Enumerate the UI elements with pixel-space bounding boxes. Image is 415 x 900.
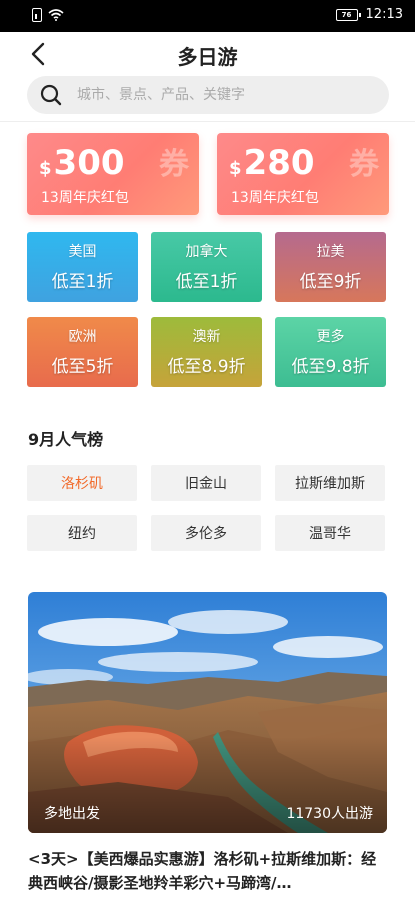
city-chip[interactable]: 拉斯维加斯 — [275, 465, 385, 501]
coupon-currency: $ — [229, 158, 242, 179]
coupon-label: 13周年庆红包 — [41, 190, 129, 206]
wifi-icon — [48, 9, 64, 21]
product-title[interactable]: <3天>【美西爆品实惠游】洛杉矶+拉斯维加斯：经典西峡谷/摄影圣地羚羊彩穴+马蹄… — [28, 847, 388, 895]
canyon-photo — [28, 592, 387, 833]
coupon-value: 300 — [53, 143, 125, 183]
destination-name: 加拿大 — [185, 244, 228, 260]
city-chip[interactable]: 旧金山 — [151, 465, 261, 501]
destination-tile-australia-nz[interactable]: 澳新 低至8.9折 — [151, 317, 262, 387]
coupon-amount: $300 — [39, 143, 125, 183]
travelers-count: 11730人出游 — [286, 806, 373, 822]
destination-tile-canada[interactable]: 加拿大 低至1折 — [151, 232, 262, 302]
status-time: 12:13 — [365, 7, 403, 22]
destination-name: 拉美 — [316, 244, 345, 260]
destination-discount: 低至9折 — [299, 272, 362, 292]
status-left — [32, 8, 64, 22]
search-bar[interactable] — [27, 76, 389, 114]
destination-discount: 低至1折 — [51, 272, 114, 292]
city-chip[interactable]: 纽约 — [27, 515, 137, 551]
city-chip[interactable]: 洛杉矶 — [27, 465, 137, 501]
coupon-card[interactable]: $300 13周年庆红包 券 — [27, 133, 199, 215]
destination-tile-usa[interactable]: 美国 低至1折 — [27, 232, 138, 302]
page-header: 多日游 — [0, 32, 415, 76]
coupon-amount: $280 — [229, 143, 315, 183]
departure-label: 多地出发 — [44, 806, 100, 822]
coupon-value: 280 — [243, 143, 315, 183]
coupon-badge: 券 — [349, 147, 379, 182]
status-right: 76 12:13 — [335, 7, 403, 22]
destination-tile-more[interactable]: 更多 低至9.8折 — [275, 317, 386, 387]
destination-discount: 低至1折 — [175, 272, 238, 292]
search-icon — [40, 84, 62, 106]
destination-name: 欧洲 — [68, 329, 97, 345]
destination-name: 美国 — [68, 244, 97, 260]
coupon-card[interactable]: $280 13周年庆红包 券 — [217, 133, 389, 215]
page-title: 多日游 — [177, 45, 238, 69]
destination-name: 澳新 — [192, 329, 221, 345]
city-chip[interactable]: 多伦多 — [151, 515, 261, 551]
status-bar: 76 12:13 — [0, 0, 415, 32]
destination-discount: 低至8.9折 — [167, 357, 246, 377]
destination-discount: 低至5折 — [51, 357, 114, 377]
coupon-badge: 券 — [159, 147, 189, 182]
destination-name: 更多 — [316, 329, 345, 345]
ranking-title: 9月人气榜 — [28, 430, 104, 449]
destination-tile-europe[interactable]: 欧洲 低至5折 — [27, 317, 138, 387]
coupon-currency: $ — [39, 158, 52, 179]
sim-icon — [32, 8, 42, 22]
destination-tile-latin-america[interactable]: 拉美 低至9折 — [275, 232, 386, 302]
search-input[interactable] — [77, 76, 377, 114]
header-divider — [0, 121, 415, 122]
destination-discount: 低至9.8折 — [291, 357, 370, 377]
product-image[interactable]: 多地出发 11730人出游 — [28, 592, 387, 833]
coupon-label: 13周年庆红包 — [231, 190, 319, 206]
battery-icon: 76 — [335, 8, 361, 21]
city-chip[interactable]: 温哥华 — [275, 515, 385, 551]
battery-level: 76 — [341, 10, 352, 19]
